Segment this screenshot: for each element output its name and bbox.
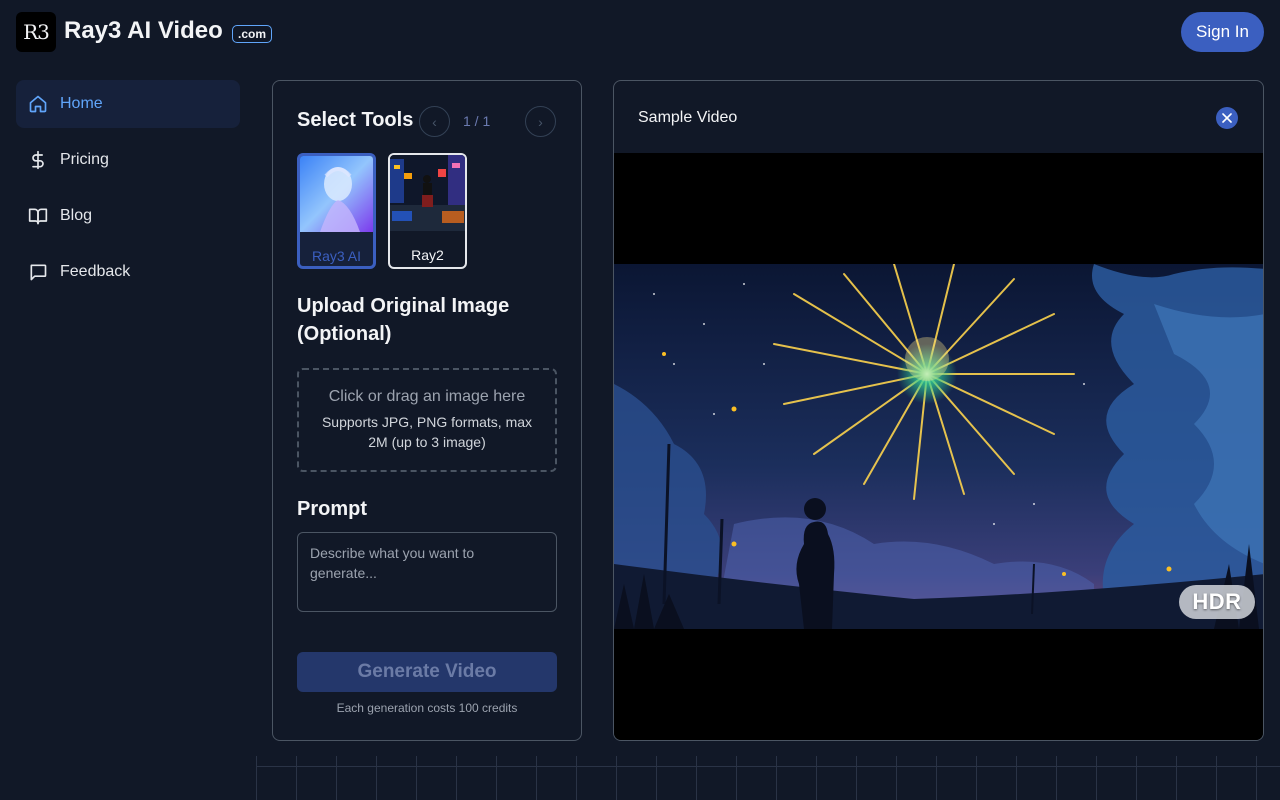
video-frame <box>614 264 1263 629</box>
video-player[interactable]: HDR <box>614 153 1263 740</box>
dropzone-main-text: Click or drag an image here <box>328 388 526 405</box>
cost-note: Each generation costs 100 credits <box>336 701 518 715</box>
sidebar-item-label: Pricing <box>60 151 109 168</box>
tool-card-label: Ray3 AI <box>311 248 362 264</box>
sidebar-item-feedback[interactable]: Feedback <box>16 248 240 296</box>
tool-card-label: Ray2 <box>411 247 444 263</box>
ray2-thumbnail <box>390 155 465 231</box>
sample-video-title: Sample Video <box>638 109 738 126</box>
sidebar-item-label: Blog <box>60 207 93 224</box>
chat-icon <box>30 264 47 281</box>
ray3-thumbnail <box>300 156 373 232</box>
prev-page-button[interactable]: ‹ <box>419 106 450 137</box>
upload-title: Upload Original Image (Optional) <box>297 295 510 345</box>
close-button[interactable] <box>1216 107 1238 129</box>
hdr-badge: HDR <box>1179 585 1255 619</box>
sidebar-item-pricing[interactable]: Pricing <box>16 136 240 184</box>
prompt-title: Prompt <box>297 498 367 520</box>
background-grid <box>256 756 1280 800</box>
select-tools-title: Select Tools <box>297 109 414 131</box>
sidebar: Home Pricing Blog Feedback <box>16 80 240 304</box>
dropzone-sub-text: Supports JPG, PNG formats, max 2M (up to… <box>321 414 533 450</box>
dollar-icon <box>32 150 44 170</box>
chevron-left-icon: ‹ <box>432 113 437 130</box>
tools-pager: 1 / 1 <box>463 113 491 129</box>
tool-card-ray2[interactable]: Ray2 <box>388 153 467 269</box>
header: R3 Ray3 AI Video .com Sign In <box>0 0 1280 64</box>
home-icon <box>29 95 47 113</box>
generate-video-button[interactable]: Generate Video <box>297 652 557 692</box>
sidebar-item-home[interactable]: Home <box>16 80 240 128</box>
image-dropzone[interactable]: Click or drag an image here Supports JPG… <box>297 368 557 472</box>
next-page-button[interactable]: › <box>525 106 556 137</box>
close-icon <box>1222 113 1232 123</box>
sidebar-item-label: Home <box>60 95 103 112</box>
sign-in-button[interactable]: Sign In <box>1181 12 1264 52</box>
prompt-input[interactable] <box>297 532 557 612</box>
chevron-right-icon: › <box>538 113 543 130</box>
generator-panel: Select Tools ‹ 1 / 1 › Ray3 AI Ray2 Uplo… <box>272 80 582 741</box>
sidebar-item-label: Feedback <box>60 263 131 280</box>
brand-domain-badge: .com <box>232 25 273 43</box>
book-icon <box>28 208 48 225</box>
brand-name[interactable]: Ray3 AI Video <box>64 17 223 45</box>
sample-video-panel: Sample Video HDR <box>613 80 1264 741</box>
sidebar-item-blog[interactable]: Blog <box>16 192 240 240</box>
brand-logo[interactable]: R3 <box>16 12 56 52</box>
tool-card-ray3[interactable]: Ray3 AI <box>297 153 376 269</box>
